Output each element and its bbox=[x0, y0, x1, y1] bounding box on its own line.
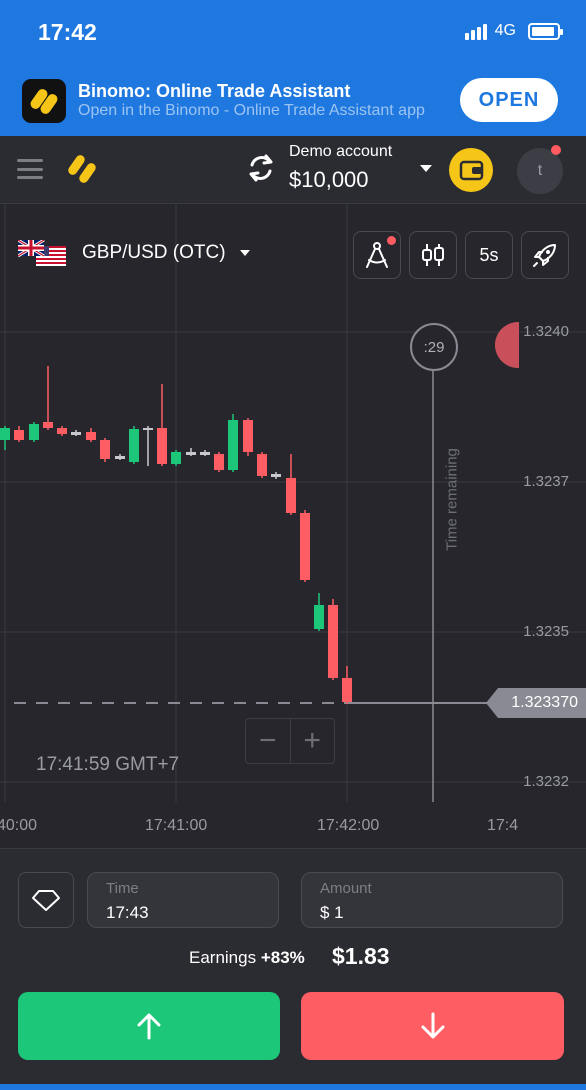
earnings-percent: +83% bbox=[260, 948, 305, 967]
candle-body bbox=[100, 440, 110, 459]
candle-body bbox=[328, 605, 338, 678]
signal-icon bbox=[464, 22, 487, 40]
battery-icon bbox=[528, 22, 563, 40]
countdown-timer: :29 bbox=[410, 323, 458, 371]
candle-body bbox=[228, 420, 238, 470]
candle-body bbox=[157, 428, 167, 464]
arrow-down-icon bbox=[421, 1012, 444, 1039]
banner-subtitle: Open in the Binomo - Online Trade Assist… bbox=[78, 102, 425, 119]
time-tick: 17:4 bbox=[487, 817, 519, 834]
current-price-tag: 1.323370 bbox=[486, 688, 586, 718]
zoom-out-button[interactable]: − bbox=[246, 719, 290, 763]
candle-body bbox=[143, 428, 153, 430]
amount-field[interactable]: Amount $ 1 bbox=[301, 872, 563, 928]
account-dropdown-icon[interactable] bbox=[420, 165, 432, 172]
time-tick: 17:42:00 bbox=[317, 817, 380, 834]
candle-body bbox=[14, 430, 24, 440]
price-level: 1.3232 bbox=[523, 773, 569, 790]
candle-body bbox=[271, 474, 281, 477]
candle-body bbox=[57, 428, 67, 434]
open-app-button[interactable]: OPEN bbox=[460, 78, 558, 122]
zoom-in-button[interactable]: + bbox=[289, 719, 335, 763]
notification-dot bbox=[551, 145, 561, 155]
time-remaining-label: Time remaining bbox=[443, 448, 461, 551]
candle-body bbox=[129, 429, 139, 462]
account-balance[interactable]: $10,000 bbox=[289, 167, 369, 193]
trading-chart[interactable]: GBP/USD (OTC) 5s :29 Time remaining 1.32… bbox=[0, 204, 586, 848]
compass-icon bbox=[366, 242, 388, 268]
candle-body bbox=[71, 432, 81, 435]
timeframe-button[interactable]: 5s bbox=[465, 231, 513, 279]
candle-body bbox=[243, 420, 253, 452]
candle-body bbox=[115, 456, 125, 459]
notification-dot bbox=[387, 236, 396, 245]
app-install-banner: Binomo: Online Trade Assistant Open in t… bbox=[0, 66, 586, 136]
rocket-icon bbox=[533, 244, 556, 267]
earnings-label: Earnings bbox=[189, 948, 257, 967]
chart-type-button[interactable] bbox=[409, 231, 457, 279]
zoom-controls: − + bbox=[245, 718, 335, 764]
chart-timestamp: 17:41:59 GMT+7 bbox=[36, 754, 180, 775]
binomo-logo-icon bbox=[22, 79, 66, 123]
asset-selector[interactable]: GBP/USD (OTC) bbox=[18, 240, 250, 266]
arrow-up-icon bbox=[137, 1013, 161, 1040]
trade-panel: Time 17:43 Amount $ 1 Earnings +83% $1.8… bbox=[0, 848, 586, 1090]
bottom-strip bbox=[0, 1084, 586, 1090]
tournament-button[interactable] bbox=[18, 872, 74, 928]
asset-dropdown-icon bbox=[239, 250, 250, 256]
time-tick: 17:41:00 bbox=[145, 817, 208, 834]
price-level: 1.3235 bbox=[523, 623, 569, 640]
boost-button[interactable] bbox=[521, 231, 569, 279]
candle-body bbox=[29, 424, 39, 440]
candle-body bbox=[86, 432, 96, 440]
wallet-icon bbox=[459, 160, 484, 181]
asset-name: GBP/USD (OTC) bbox=[82, 242, 226, 263]
time-tick: 40:00 bbox=[0, 817, 38, 834]
diamond-icon bbox=[32, 890, 60, 911]
amount-field-label: Amount bbox=[320, 880, 372, 897]
network-type: 4G bbox=[494, 22, 516, 39]
binomo-logo-icon bbox=[66, 152, 98, 188]
price-level: 1.3237 bbox=[523, 473, 569, 490]
status-indicators: 4G bbox=[464, 22, 563, 40]
candle-body bbox=[286, 478, 296, 513]
status-bar: 17:42 4G bbox=[0, 0, 586, 66]
wallet-button[interactable] bbox=[449, 148, 493, 192]
menu-icon[interactable] bbox=[17, 159, 43, 179]
candle-body bbox=[300, 513, 310, 580]
gbp-usd-flag-icon bbox=[18, 240, 66, 266]
candle-body bbox=[186, 452, 196, 455]
candle-body bbox=[342, 678, 352, 702]
time-field[interactable]: Time 17:43 bbox=[87, 872, 279, 928]
earnings-value: $1.83 bbox=[332, 943, 390, 969]
time-field-value[interactable]: 17:43 bbox=[106, 903, 149, 923]
candle-body bbox=[0, 428, 10, 440]
candle-body bbox=[314, 605, 324, 629]
earnings-text: Earnings +83% bbox=[189, 948, 305, 968]
candle-body bbox=[214, 454, 224, 470]
price-level: 1.3240 bbox=[523, 323, 569, 340]
amount-field-value[interactable]: $ 1 bbox=[320, 903, 344, 923]
candles-icon bbox=[422, 244, 444, 266]
sell-down-button[interactable] bbox=[301, 992, 564, 1060]
candle-body bbox=[43, 422, 53, 428]
candle-body bbox=[171, 452, 181, 464]
app-header: Demo account $10,000 t bbox=[0, 136, 586, 204]
refresh-account-icon[interactable] bbox=[244, 151, 278, 185]
buy-up-button[interactable] bbox=[18, 992, 280, 1060]
candle-body bbox=[200, 452, 210, 455]
candle-body bbox=[257, 454, 267, 476]
status-time: 17:42 bbox=[38, 19, 97, 45]
banner-title: Binomo: Online Trade Assistant bbox=[78, 81, 351, 101]
time-field-label: Time bbox=[106, 880, 139, 897]
drawing-tools-button[interactable] bbox=[353, 231, 401, 279]
account-type-label[interactable]: Demo account bbox=[289, 143, 392, 161]
